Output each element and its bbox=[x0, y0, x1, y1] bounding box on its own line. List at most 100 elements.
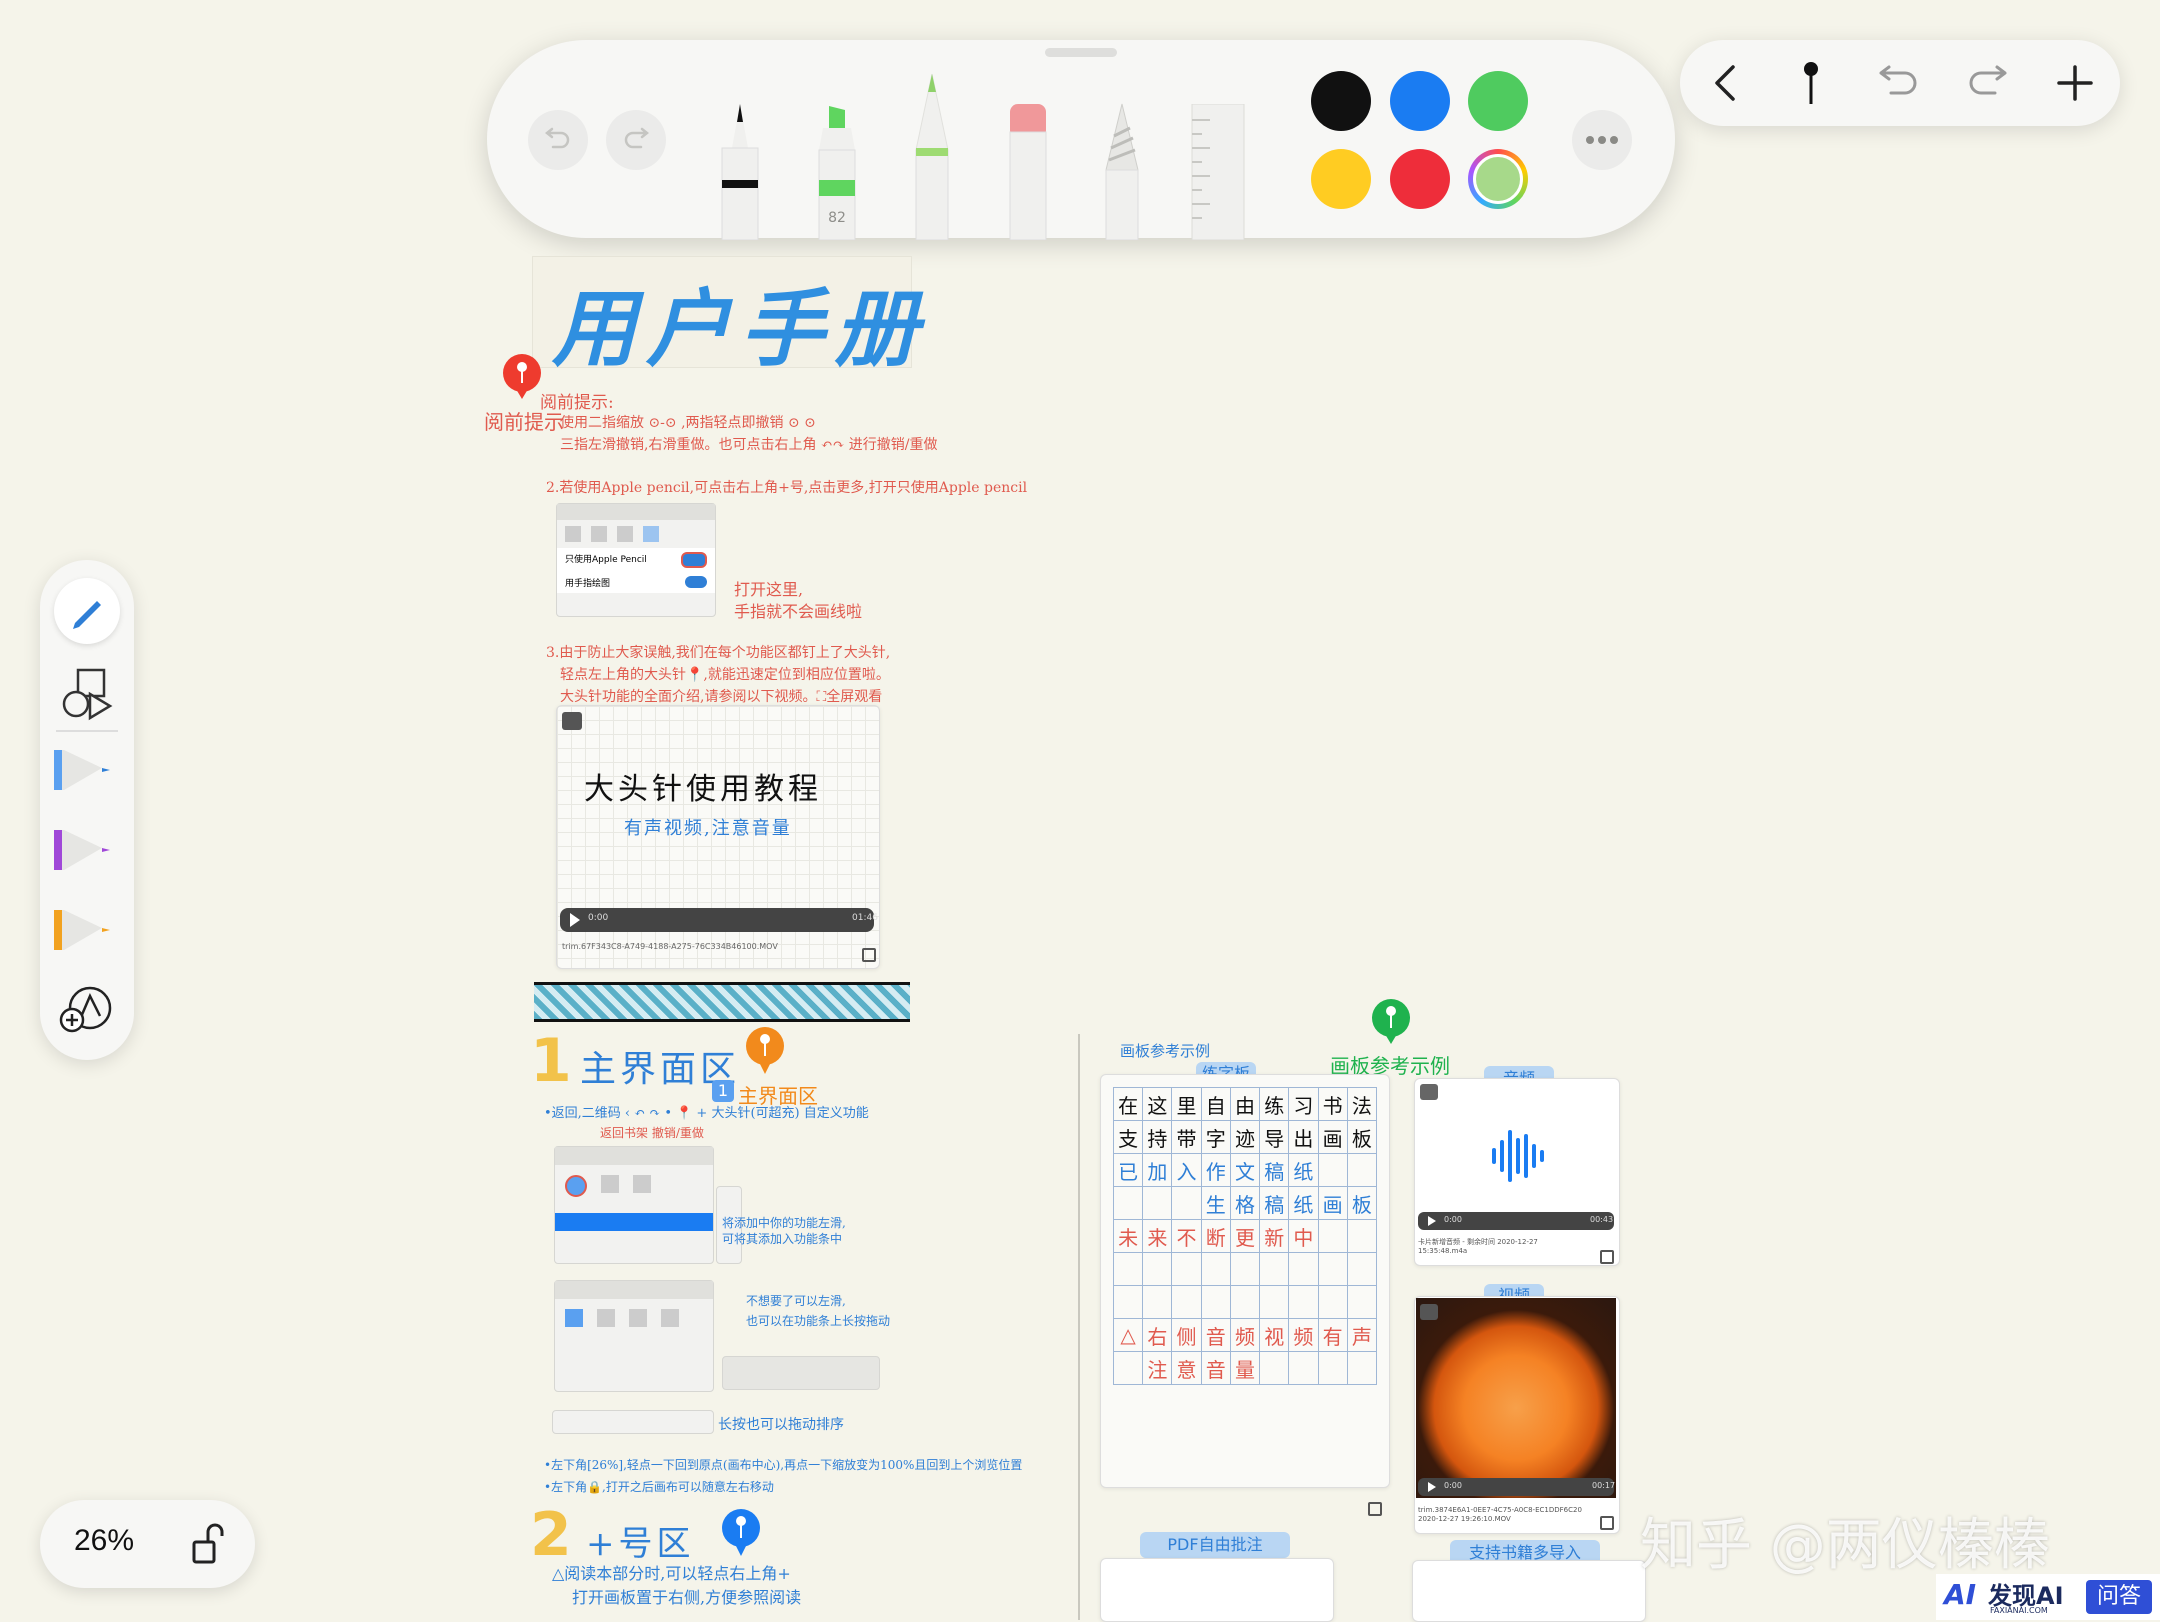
section1-drag-note: 长按也可以拖动排序 bbox=[718, 1417, 844, 1433]
grid-cell: 已 bbox=[1112, 1153, 1144, 1187]
tip-3c: 大头针功能的全面介绍,请参阅以下视频。⛶全屏观看 bbox=[560, 689, 883, 705]
purple-pen-preset[interactable] bbox=[52, 828, 116, 872]
color-swatch-yellow[interactable] bbox=[1311, 149, 1371, 209]
grid-cell: 量 bbox=[1229, 1351, 1261, 1385]
grid-cell bbox=[1259, 1252, 1290, 1286]
pen-tool-button[interactable] bbox=[54, 578, 120, 644]
redo-icon bbox=[624, 127, 650, 149]
grid-cell: 迹 bbox=[1229, 1120, 1261, 1154]
toggle-pencil-only[interactable] bbox=[681, 552, 707, 568]
video2-lock-icon[interactable] bbox=[1600, 1516, 1614, 1530]
purple-pen-icon bbox=[54, 830, 110, 870]
grid-cell: 作 bbox=[1200, 1153, 1231, 1187]
shapes-icon bbox=[62, 668, 113, 721]
grid-cell: 中 bbox=[1288, 1219, 1319, 1253]
grid-cell: 纸 bbox=[1288, 1153, 1319, 1187]
grid-cell: 法 bbox=[1346, 1087, 1378, 1121]
section1-number: 1 bbox=[530, 1026, 572, 1096]
lock-icon[interactable] bbox=[862, 948, 876, 962]
audio-fullscreen-icon[interactable] bbox=[1420, 1084, 1438, 1100]
color-picker-button[interactable] bbox=[1468, 149, 1528, 209]
grid-cell: 画 bbox=[1317, 1120, 1348, 1154]
canvas-lock-button[interactable] bbox=[190, 1522, 230, 1566]
add-button[interactable] bbox=[2050, 58, 2100, 108]
shapes-button[interactable] bbox=[60, 666, 116, 722]
grid-cell bbox=[1317, 1219, 1348, 1253]
eraser-icon bbox=[1009, 104, 1047, 241]
grid-cell: 新 bbox=[1259, 1219, 1290, 1253]
video2-play-icon[interactable] bbox=[1428, 1482, 1436, 1492]
grid-cell bbox=[1288, 1252, 1319, 1286]
grid-cell: 支 bbox=[1112, 1120, 1144, 1154]
grid-cell bbox=[1112, 1186, 1144, 1220]
add-tool-button[interactable] bbox=[58, 984, 114, 1034]
multi-import-card bbox=[1412, 1560, 1646, 1622]
grid-cell bbox=[1346, 1285, 1378, 1319]
back-button[interactable] bbox=[1700, 58, 1750, 108]
lasso-tool[interactable] bbox=[1100, 100, 1144, 241]
tab-pdf-annotation[interactable]: PDF自由批注 bbox=[1140, 1532, 1290, 1558]
orange-pin[interactable] bbox=[744, 1026, 786, 1074]
zoom-level-button[interactable]: 26% bbox=[74, 1524, 134, 1558]
eraser-tool[interactable] bbox=[1006, 100, 1050, 241]
color-swatch-red[interactable] bbox=[1390, 149, 1450, 209]
watermark-text: 知乎 @两仪榛榛 bbox=[1640, 1513, 2050, 1578]
tip-1b: 三指左滑撤销,右滑重做。也可点击右上角 ↶↷ 进行撤销/重做 bbox=[560, 437, 938, 453]
grid-cell: 在 bbox=[1112, 1087, 1144, 1121]
toolbar-undo-button[interactable] bbox=[528, 110, 588, 170]
grid-cell: 自 bbox=[1200, 1087, 1231, 1121]
right-reference-label: 画板参考示例 bbox=[1120, 1042, 1211, 1060]
pencil-tool[interactable] bbox=[910, 70, 954, 241]
toggle-finger-draw[interactable] bbox=[685, 576, 707, 588]
section1-note1: •左下角[26%],轻点一下回到原点(画布中心),再点一下缩放变为100%且回到… bbox=[544, 1458, 1023, 1472]
grid-cell: 纸 bbox=[1288, 1186, 1319, 1220]
pin-button[interactable] bbox=[1786, 58, 1836, 108]
grid-cell: 音 bbox=[1200, 1351, 1231, 1385]
video-time-start: 0:00 bbox=[588, 913, 609, 923]
grid-cell: 文 bbox=[1229, 1153, 1261, 1187]
tip-3a: 3.由于防止大家误触,我们在每个功能区都钉上了大头针, bbox=[546, 645, 891, 661]
grid-cell bbox=[1317, 1351, 1348, 1385]
grid-cell: 意 bbox=[1171, 1351, 1202, 1385]
green-pin[interactable] bbox=[1370, 998, 1412, 1044]
pen-width-label: 82 bbox=[828, 210, 846, 226]
undo-button[interactable] bbox=[1874, 58, 1924, 108]
audio-lock-icon[interactable] bbox=[1600, 1250, 1614, 1264]
blue-pin-icon bbox=[722, 1509, 760, 1556]
color-swatch-black[interactable] bbox=[1311, 71, 1371, 131]
audio-play-icon[interactable] bbox=[1428, 1216, 1436, 1226]
video2-fullscreen-icon[interactable] bbox=[1420, 1304, 1438, 1320]
lasso-icon bbox=[1105, 103, 1139, 241]
grid-cell bbox=[1112, 1285, 1144, 1319]
toolbar-drag-handle[interactable] bbox=[1045, 48, 1117, 57]
grid-cell: 频 bbox=[1229, 1318, 1261, 1352]
grid-cell bbox=[1171, 1252, 1202, 1286]
grid-cell: 字 bbox=[1200, 1120, 1231, 1154]
section1-line2: 返回书架 撤销/重做 bbox=[600, 1126, 704, 1140]
blue-pin[interactable] bbox=[720, 1508, 762, 1556]
grid-cell bbox=[1317, 1285, 1348, 1319]
grid-cell bbox=[1142, 1285, 1173, 1319]
play-icon[interactable] bbox=[570, 913, 580, 927]
red-pin[interactable] bbox=[502, 353, 542, 399]
blue-pen-preset[interactable] bbox=[52, 748, 116, 792]
grid-cell: 侧 bbox=[1171, 1318, 1202, 1352]
orange-pen-preset[interactable] bbox=[52, 908, 116, 952]
menu-item-pencil-only: 只使用Apple Pencil bbox=[565, 555, 647, 565]
toolbar-redo-button[interactable] bbox=[606, 110, 666, 170]
redo-button[interactable] bbox=[1962, 58, 2012, 108]
practice-lock-icon[interactable] bbox=[1368, 1502, 1382, 1516]
color-swatch-green[interactable] bbox=[1468, 71, 1528, 131]
grid-cell bbox=[1346, 1153, 1378, 1187]
ruler-icon bbox=[1191, 103, 1245, 241]
fineliner-pen-tool[interactable] bbox=[718, 100, 762, 241]
toolbar-more-button[interactable] bbox=[1572, 110, 1632, 170]
ruler-tool[interactable] bbox=[1188, 103, 1248, 241]
color-swatch-blue[interactable] bbox=[1390, 71, 1450, 131]
grid-cell: 来 bbox=[1142, 1219, 1173, 1253]
grid-cell: 音 bbox=[1200, 1318, 1231, 1352]
fullscreen-icon[interactable] bbox=[562, 712, 582, 730]
grid-cell bbox=[1142, 1186, 1173, 1220]
video-time-end: 01:46 bbox=[852, 913, 878, 923]
orange-pen-icon bbox=[54, 910, 110, 950]
